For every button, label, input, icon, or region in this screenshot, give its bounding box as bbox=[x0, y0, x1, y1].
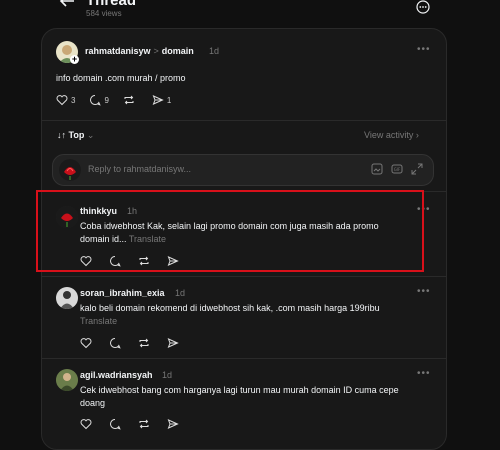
reply-item: soran_ibrahim_exia 1d ••• kalo beli doma… bbox=[41, 277, 447, 357]
reply-author[interactable]: agil.wadriansyah bbox=[80, 370, 153, 380]
highlight-box bbox=[36, 190, 424, 272]
sort-dropdown[interactable]: ↓↑ Top ⌄ bbox=[57, 130, 94, 141]
reply-actions bbox=[80, 337, 196, 349]
image-icon[interactable] bbox=[371, 163, 383, 175]
like-button[interactable] bbox=[80, 337, 95, 349]
repost-button[interactable] bbox=[123, 94, 138, 106]
post-author[interactable]: rahmatdanisyw > domain bbox=[85, 46, 194, 56]
repost-icon bbox=[139, 338, 149, 348]
reply-author[interactable]: soran_ibrahim_exia bbox=[80, 288, 165, 298]
heart-icon bbox=[56, 95, 68, 106]
reply-button[interactable] bbox=[109, 418, 124, 430]
reply-item: agil.wadriansyah 1d ••• Cek idwebhost ba… bbox=[41, 359, 447, 432]
comment-icon bbox=[110, 338, 121, 349]
post-more-icon[interactable]: ••• bbox=[417, 44, 431, 55]
divider bbox=[41, 120, 447, 121]
send-icon bbox=[167, 338, 179, 348]
share-button[interactable] bbox=[167, 337, 182, 349]
reply-composer[interactable]: Reply to rahmatdanisyw... GIF bbox=[52, 154, 434, 186]
comment-icon bbox=[110, 419, 121, 430]
like-button[interactable]: 3 bbox=[56, 94, 75, 106]
expand-icon[interactable] bbox=[411, 163, 423, 175]
reply-text: Cek idwebhost bang com harganya lagi tur… bbox=[80, 385, 399, 408]
chevron-right-icon: › bbox=[413, 130, 419, 140]
avatar[interactable] bbox=[56, 287, 78, 309]
comment-icon bbox=[90, 95, 102, 106]
main-post: + rahmatdanisyw > domain 1d ••• info domai… bbox=[41, 28, 447, 122]
reply-text: kalo beli domain rekomend di idwebhost s… bbox=[80, 303, 380, 326]
reply-time: 1d bbox=[162, 370, 173, 380]
share-button[interactable] bbox=[167, 418, 182, 430]
translate-link[interactable]: Translate bbox=[80, 316, 117, 326]
gif-icon[interactable]: GIF bbox=[391, 163, 403, 175]
view-activity-link[interactable]: View activity › bbox=[364, 130, 419, 140]
heart-icon bbox=[80, 419, 92, 430]
post-actions: 3 9 1 bbox=[56, 94, 185, 106]
post-text: info domain .com murah / promo bbox=[56, 73, 186, 83]
follow-plus-icon[interactable]: + bbox=[70, 55, 79, 64]
send-icon bbox=[152, 95, 164, 105]
share-button[interactable]: 1 bbox=[152, 94, 171, 106]
reply-more-icon[interactable]: ••• bbox=[417, 368, 431, 379]
reply-count: 9 bbox=[104, 95, 109, 105]
heart-icon bbox=[80, 338, 92, 349]
like-count: 3 bbox=[71, 95, 76, 105]
repost-icon bbox=[124, 95, 134, 105]
thread-header: Thread 584 views bbox=[0, 0, 500, 28]
avatar[interactable] bbox=[56, 369, 78, 391]
like-button[interactable] bbox=[80, 418, 95, 430]
repost-button[interactable] bbox=[138, 418, 153, 430]
reply-actions bbox=[80, 418, 196, 430]
reply-more-icon[interactable]: ••• bbox=[417, 286, 431, 297]
reply-input[interactable]: Reply to rahmatdanisyw... bbox=[88, 164, 191, 174]
own-avatar bbox=[59, 159, 81, 181]
sort-icon: ↓↑ bbox=[57, 130, 69, 140]
repost-icon bbox=[139, 419, 149, 429]
chevron-down-icon: ⌄ bbox=[84, 130, 95, 140]
reply-button[interactable]: 9 bbox=[89, 94, 109, 106]
views-count: 584 views bbox=[86, 9, 122, 18]
topic-tag: domain bbox=[161, 46, 194, 56]
send-icon bbox=[167, 419, 179, 429]
share-count: 1 bbox=[166, 95, 172, 105]
reply-button[interactable] bbox=[109, 337, 124, 349]
back-arrow-icon[interactable] bbox=[58, 0, 76, 8]
more-options-circle-icon[interactable] bbox=[416, 0, 430, 14]
svg-text:GIF: GIF bbox=[394, 167, 401, 172]
post-time: 1d bbox=[209, 46, 220, 56]
page-title: Thread bbox=[86, 0, 137, 9]
repost-button[interactable] bbox=[138, 337, 153, 349]
reply-time: 1d bbox=[175, 288, 186, 298]
